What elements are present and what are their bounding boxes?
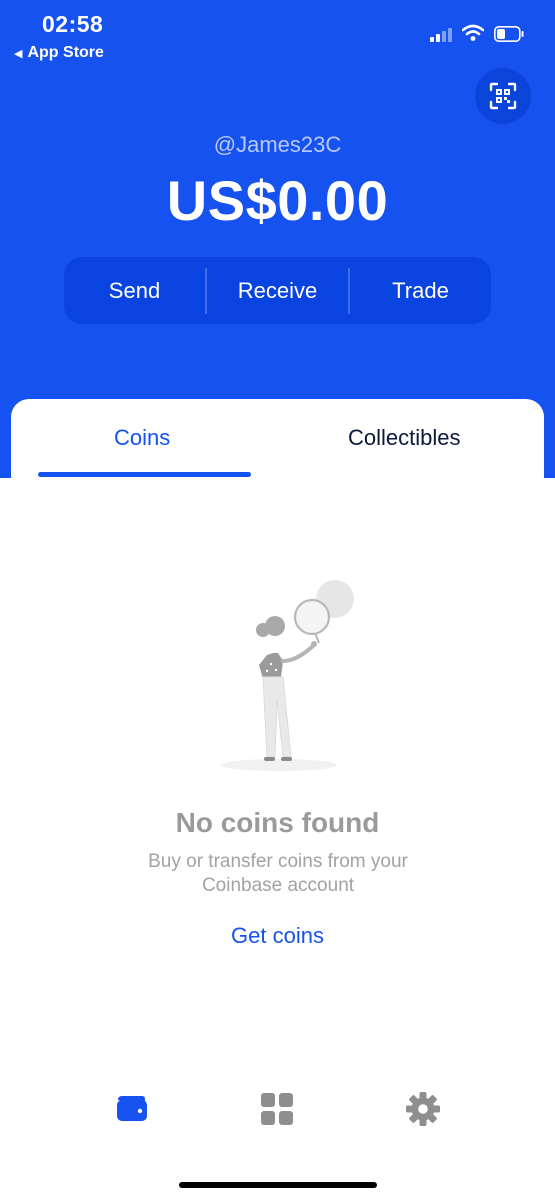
back-to-app-store[interactable]: ◀ App Store bbox=[14, 44, 104, 62]
wallet-icon[interactable] bbox=[114, 1091, 150, 1127]
back-app-label: App Store bbox=[27, 44, 104, 61]
receive-button[interactable]: Receive bbox=[207, 278, 348, 304]
send-button[interactable]: Send bbox=[64, 278, 205, 304]
username-handle: @James23C bbox=[213, 132, 342, 157]
trade-button[interactable]: Trade bbox=[350, 278, 491, 304]
active-tab-indicator bbox=[38, 472, 251, 477]
qr-scan-icon bbox=[489, 82, 517, 110]
empty-state-description: Buy or transfer coins from your Coinbase… bbox=[148, 851, 408, 896]
apps-grid-icon[interactable] bbox=[259, 1091, 295, 1127]
qr-scan-button[interactable] bbox=[475, 68, 531, 124]
back-arrow-icon: ◀ bbox=[14, 47, 23, 60]
bottom-nav bbox=[0, 1069, 555, 1200]
gear-icon[interactable] bbox=[405, 1091, 441, 1127]
total-balance: US$0.00 bbox=[166, 169, 389, 232]
wifi-icon bbox=[462, 24, 484, 41]
cellular-signal-icon bbox=[430, 26, 454, 42]
home-indicator[interactable] bbox=[179, 1182, 377, 1188]
empty-state-title: No coins found bbox=[175, 807, 380, 838]
tab-coins[interactable]: Coins bbox=[114, 425, 170, 451]
status-time: 02:58 bbox=[42, 11, 104, 37]
tab-collectibles[interactable]: Collectibles bbox=[348, 425, 461, 451]
battery-icon bbox=[494, 26, 524, 42]
get-coins-link[interactable]: Get coins bbox=[11, 923, 544, 949]
empty-state-illustration bbox=[221, 580, 354, 771]
action-bar: Send Receive Trade bbox=[64, 257, 491, 324]
